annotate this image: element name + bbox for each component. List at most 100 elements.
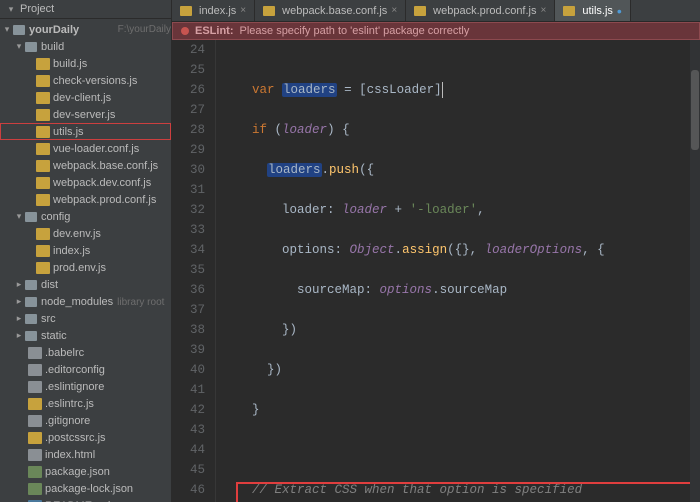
tree-label: .eslintrc.js: [45, 398, 171, 410]
json-file-icon: [28, 466, 42, 478]
line-number[interactable]: 24: [172, 40, 205, 60]
line-number[interactable]: 36: [172, 280, 205, 300]
scrollbar-thumb[interactable]: [691, 70, 699, 150]
eslint-warning-bar[interactable]: ESLint: Please specify path to 'eslint' …: [172, 22, 700, 40]
tree-file[interactable]: .eslintrc.js: [0, 395, 171, 412]
line-number[interactable]: 39: [172, 340, 205, 360]
tree-file[interactable]: check-versions.js: [0, 72, 171, 89]
tree-file[interactable]: .babelrc: [0, 344, 171, 361]
tree-label: check-versions.js: [53, 75, 171, 87]
tab-webpack-base[interactable]: webpack.base.conf.js×: [255, 0, 406, 21]
tree-folder-config[interactable]: ▾ config: [0, 208, 171, 225]
tree-file[interactable]: .gitignore: [0, 412, 171, 429]
file-icon: [28, 415, 42, 427]
tree-file[interactable]: build.js: [0, 55, 171, 72]
close-icon[interactable]: ×: [240, 5, 246, 16]
tree-label: utils.js: [53, 126, 171, 138]
chevron-right-icon[interactable]: ▸: [14, 313, 24, 324]
tree-file[interactable]: dev-server.js: [0, 106, 171, 123]
tree-file[interactable]: package.json: [0, 463, 171, 480]
line-number[interactable]: 42: [172, 400, 205, 420]
line-number[interactable]: 25: [172, 60, 205, 80]
tree-label: static: [41, 330, 171, 342]
line-number[interactable]: 37: [172, 300, 205, 320]
code-editor[interactable]: 2425262728293031323334353637383940414243…: [172, 40, 700, 502]
tree-file[interactable]: dev-client.js: [0, 89, 171, 106]
line-number[interactable]: 31: [172, 180, 205, 200]
chevron-right-icon[interactable]: ▸: [14, 279, 24, 290]
tree-file[interactable]: index.html: [0, 446, 171, 463]
chevron-right-icon[interactable]: ▸: [14, 296, 24, 307]
js-file-icon: [36, 58, 50, 70]
sidebar-title: Project: [20, 3, 54, 15]
tab-label: webpack.prod.conf.js: [433, 5, 536, 17]
line-number[interactable]: 44: [172, 440, 205, 460]
tree-label: webpack.base.conf.js: [53, 160, 171, 172]
tree-file[interactable]: webpack.base.conf.js: [0, 157, 171, 174]
tab-utils-js[interactable]: utils.js•: [555, 0, 630, 21]
folder-icon: [24, 211, 38, 223]
tree-file[interactable]: webpack.dev.conf.js: [0, 174, 171, 191]
editor-tabs: index.js × webpack.base.conf.js× webpack.…: [172, 0, 700, 22]
js-file-icon: [263, 6, 275, 16]
tree-label: dev-server.js: [53, 109, 171, 121]
line-number[interactable]: 30: [172, 160, 205, 180]
chevron-down-icon[interactable]: ▾: [14, 41, 24, 52]
line-number-gutter[interactable]: 2425262728293031323334353637383940414243…: [172, 40, 216, 502]
tree-folder[interactable]: ▸ static: [0, 327, 171, 344]
line-number[interactable]: 46: [172, 480, 205, 500]
tree-folder[interactable]: ▸src: [0, 310, 171, 327]
tab-index-js[interactable]: index.js ×: [172, 0, 255, 21]
tree-file[interactable]: dev.env.js: [0, 225, 171, 242]
tree-folder[interactable]: ▸node_moduleslibrary root: [0, 293, 171, 310]
warning-dot-icon: [181, 27, 189, 35]
line-number[interactable]: 29: [172, 140, 205, 160]
tab-webpack-prod[interactable]: webpack.prod.conf.js ×: [406, 0, 555, 21]
tree-file[interactable]: README.md: [0, 497, 171, 502]
code-content[interactable]: var loaders = [cssLoader] if (loader) { …: [216, 40, 700, 502]
tree-label: dist: [41, 279, 171, 291]
tree-file[interactable]: .editorconfig: [0, 361, 171, 378]
folder-icon: [24, 296, 38, 308]
tree-file[interactable]: index.js: [0, 242, 171, 259]
line-number[interactable]: 38: [172, 320, 205, 340]
js-file-icon: [28, 432, 42, 444]
tree-file[interactable]: .eslintignore: [0, 378, 171, 395]
file-icon: [28, 381, 42, 393]
tree-file-utils[interactable]: utils.js: [0, 123, 171, 140]
line-number[interactable]: 26: [172, 80, 205, 100]
editor-area: index.js × webpack.base.conf.js× webpack.…: [172, 0, 700, 502]
tree-file[interactable]: webpack.prod.conf.js: [0, 191, 171, 208]
js-file-icon: [414, 6, 426, 16]
js-file-icon: [180, 6, 192, 16]
tree-file[interactable]: vue-loader.conf.js: [0, 140, 171, 157]
line-number[interactable]: 43: [172, 420, 205, 440]
editor-scrollbar[interactable]: [690, 40, 700, 502]
tree-folder[interactable]: ▸ dist: [0, 276, 171, 293]
tree-file[interactable]: prod.env.js: [0, 259, 171, 276]
tree-file[interactable]: package-lock.json: [0, 480, 171, 497]
tree-label: dev-client.js: [53, 92, 171, 104]
tree-label: build: [41, 41, 171, 53]
chevron-right-icon[interactable]: ▸: [14, 330, 24, 341]
tree-root[interactable]: ▾ yourDaily F:\yourDaily: [0, 21, 171, 38]
chevron-down-icon[interactable]: ▾: [2, 24, 12, 35]
line-number[interactable]: 35: [172, 260, 205, 280]
project-tree[interactable]: ▾ yourDaily F:\yourDaily ▾ build build.j…: [0, 19, 171, 502]
tree-folder-build[interactable]: ▾ build: [0, 38, 171, 55]
line-number[interactable]: 45: [172, 460, 205, 480]
collapse-icon[interactable]: ▾: [6, 4, 16, 15]
line-number[interactable]: 27: [172, 100, 205, 120]
line-number[interactable]: 33: [172, 220, 205, 240]
line-number[interactable]: 28: [172, 120, 205, 140]
tab-label: index.js: [199, 5, 236, 17]
close-icon[interactable]: ×: [541, 5, 547, 16]
line-number[interactable]: 34: [172, 240, 205, 260]
line-number[interactable]: 40: [172, 360, 205, 380]
chevron-down-icon[interactable]: ▾: [14, 211, 24, 222]
line-number[interactable]: 41: [172, 380, 205, 400]
tree-file[interactable]: .postcssrc.js: [0, 429, 171, 446]
sidebar-header[interactable]: ▾ Project: [0, 0, 171, 19]
close-icon[interactable]: ×: [391, 5, 397, 16]
line-number[interactable]: 32: [172, 200, 205, 220]
